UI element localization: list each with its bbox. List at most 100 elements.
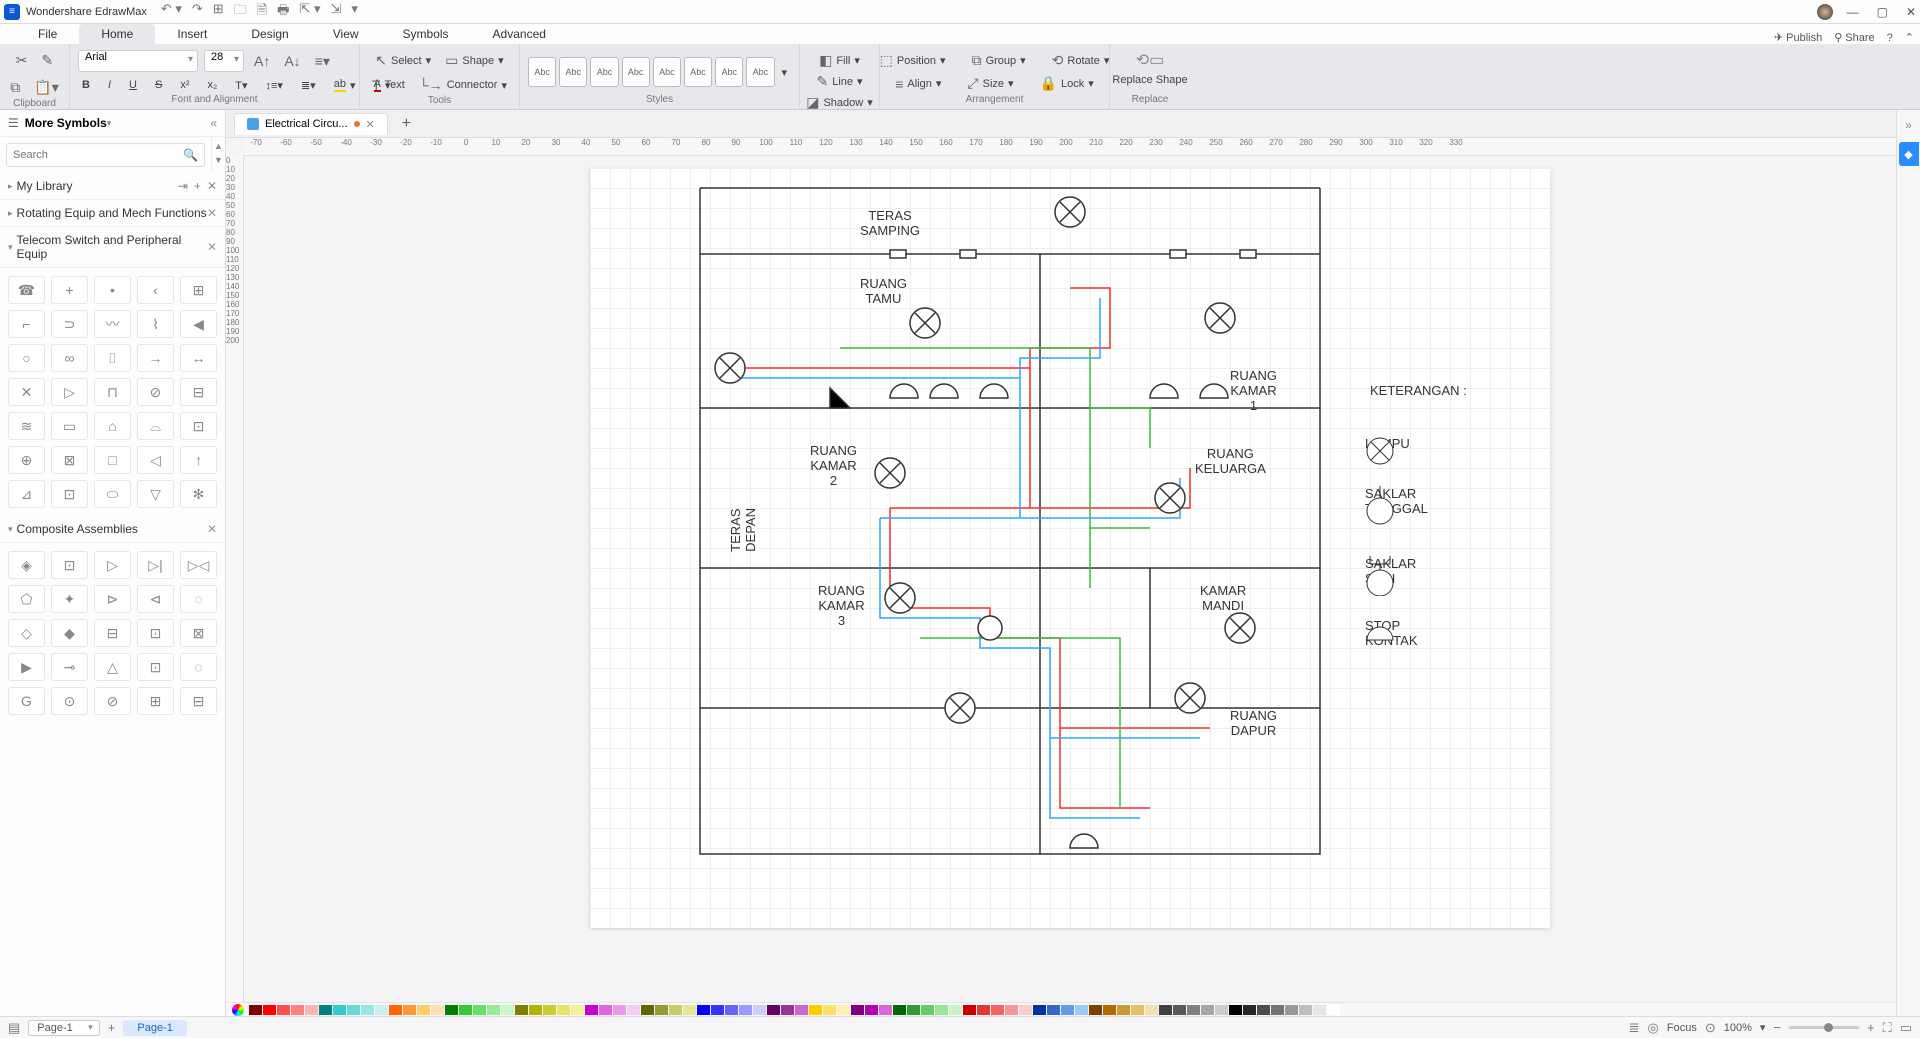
- symbol-item[interactable]: ▷: [94, 551, 131, 579]
- color-swatch[interactable]: [571, 1005, 584, 1015]
- page-layout-icon[interactable]: ▤: [8, 1020, 20, 1036]
- symbol-item[interactable]: →: [137, 344, 174, 372]
- copy-button[interactable]: ⧉: [6, 77, 24, 98]
- help-button[interactable]: ?: [1887, 32, 1893, 44]
- collapse-ribbon-button[interactable]: ⌃: [1905, 31, 1914, 44]
- color-swatch[interactable]: [529, 1005, 542, 1015]
- document-tab[interactable]: Electrical Circu... ✕: [234, 113, 388, 135]
- symbol-item[interactable]: ⊠: [180, 619, 217, 647]
- symbol-item[interactable]: ⬭: [94, 480, 131, 508]
- color-swatch[interactable]: [333, 1005, 346, 1015]
- symbol-item[interactable]: ◌: [180, 653, 217, 681]
- zoom-out-button[interactable]: −: [1773, 1020, 1781, 1035]
- format-panel-button[interactable]: ◆: [1899, 142, 1919, 166]
- color-swatch[interactable]: [1117, 1005, 1130, 1015]
- color-swatch[interactable]: [1229, 1005, 1242, 1015]
- room-ruang-kamar2[interactable]: RUANG KAMAR 2: [810, 443, 857, 488]
- symbol-item[interactable]: ▷◁: [180, 551, 217, 579]
- symbol-item[interactable]: ⊟: [94, 619, 131, 647]
- symbol-item[interactable]: 〰: [94, 310, 131, 338]
- color-swatch[interactable]: [431, 1005, 444, 1015]
- case-button[interactable]: T▾: [231, 77, 251, 94]
- color-swatch[interactable]: [501, 1005, 514, 1015]
- canvas-scroll[interactable]: 0102030405060708090100110120130140150160…: [226, 156, 1896, 1016]
- color-swatch[interactable]: [837, 1005, 850, 1015]
- color-swatch[interactable]: [361, 1005, 374, 1015]
- import-button[interactable]: ⇲: [330, 1, 341, 23]
- symbol-item[interactable]: ⊠: [51, 446, 88, 474]
- replace-shape-button[interactable]: Replace Shape: [1108, 72, 1191, 88]
- symbol-item[interactable]: △: [94, 653, 131, 681]
- symbol-item[interactable]: ◇: [8, 619, 45, 647]
- room-ruang-kamar1[interactable]: RUANG KAMAR 1: [1230, 368, 1277, 413]
- color-swatch[interactable]: [1201, 1005, 1214, 1015]
- color-swatch[interactable]: [1047, 1005, 1060, 1015]
- symbol-item[interactable]: □: [94, 446, 131, 474]
- color-swatch[interactable]: [977, 1005, 990, 1015]
- color-swatch[interactable]: [935, 1005, 948, 1015]
- color-swatch[interactable]: [683, 1005, 696, 1015]
- style-preset-3[interactable]: Abc: [590, 57, 618, 87]
- symbol-item[interactable]: ⊓: [94, 378, 131, 406]
- align-button[interactable]: ≡Align▾: [891, 74, 945, 94]
- symbol-item[interactable]: ↔: [180, 344, 217, 372]
- bullets-button[interactable]: ≣▾: [297, 77, 320, 94]
- color-swatch[interactable]: [1187, 1005, 1200, 1015]
- color-swatch[interactable]: [291, 1005, 304, 1015]
- color-swatch[interactable]: [277, 1005, 290, 1015]
- symbol-item[interactable]: ▶: [8, 653, 45, 681]
- add-tab-button[interactable]: +: [394, 115, 419, 133]
- style-preset-8[interactable]: Abc: [746, 57, 774, 87]
- group-button[interactable]: ⧉Group▾: [968, 50, 1030, 71]
- scroll-down-icon[interactable]: ▼: [214, 155, 223, 165]
- italic-button[interactable]: I: [104, 77, 115, 93]
- color-swatch[interactable]: [249, 1005, 262, 1015]
- symbol-item[interactable]: ⊡: [137, 653, 174, 681]
- color-swatch[interactable]: [1257, 1005, 1270, 1015]
- fit-icon[interactable]: ⊙: [1705, 1020, 1716, 1036]
- symbol-item[interactable]: ✦: [51, 585, 88, 613]
- symbol-item[interactable]: •: [94, 276, 131, 304]
- symbol-item[interactable]: ✻: [180, 480, 217, 508]
- style-preset-4[interactable]: Abc: [622, 57, 650, 87]
- symbol-item[interactable]: ↑: [180, 446, 217, 474]
- symbol-item[interactable]: ☎: [8, 276, 45, 304]
- symbol-item[interactable]: ⊡: [180, 412, 217, 440]
- symbol-item[interactable]: ⊘: [94, 687, 131, 715]
- color-swatch[interactable]: [1285, 1005, 1298, 1015]
- styles-more-button[interactable]: ▾: [778, 64, 792, 81]
- format-painter-button[interactable]: ✎: [38, 50, 58, 71]
- color-swatch[interactable]: [949, 1005, 962, 1015]
- symbol-item[interactable]: ◁: [137, 446, 174, 474]
- color-swatch[interactable]: [445, 1005, 458, 1015]
- close-button[interactable]: ✕: [1906, 5, 1916, 19]
- room-teras-depan[interactable]: TERAS DEPAN: [728, 508, 758, 552]
- redo-button[interactable]: ↷: [192, 1, 203, 23]
- search-icon[interactable]: 🔍: [183, 148, 198, 162]
- color-swatch[interactable]: [487, 1005, 500, 1015]
- color-swatch[interactable]: [459, 1005, 472, 1015]
- color-swatch[interactable]: [879, 1005, 892, 1015]
- library-add-icon[interactable]: +: [194, 179, 201, 193]
- symbol-item[interactable]: +: [51, 276, 88, 304]
- color-swatch[interactable]: [1215, 1005, 1228, 1015]
- symbol-item[interactable]: ∞: [51, 344, 88, 372]
- legend-title[interactable]: KETERANGAN :: [1370, 383, 1467, 398]
- color-swatch[interactable]: [417, 1005, 430, 1015]
- color-swatch[interactable]: [1061, 1005, 1074, 1015]
- share-button[interactable]: ⚲ Share: [1834, 31, 1874, 44]
- color-swatch[interactable]: [697, 1005, 710, 1015]
- symbol-item[interactable]: ⊸: [51, 653, 88, 681]
- library-import-icon[interactable]: ⇥: [178, 179, 188, 193]
- color-swatch[interactable]: [1243, 1005, 1256, 1015]
- rotate-button[interactable]: ⟲Rotate▾: [1048, 50, 1114, 71]
- symbol-item[interactable]: ⌐: [8, 310, 45, 338]
- room-ruang-keluarga[interactable]: RUANG KELUARGA: [1195, 446, 1266, 476]
- fill-button[interactable]: ◧Fill▾: [815, 50, 864, 71]
- color-swatch[interactable]: [1089, 1005, 1102, 1015]
- color-swatch[interactable]: [599, 1005, 612, 1015]
- open-button[interactable]: 🗀: [234, 1, 247, 23]
- symbol-item[interactable]: ⌂: [94, 412, 131, 440]
- symbol-item[interactable]: ◆: [51, 619, 88, 647]
- line-button[interactable]: ✎Line▾: [812, 71, 866, 92]
